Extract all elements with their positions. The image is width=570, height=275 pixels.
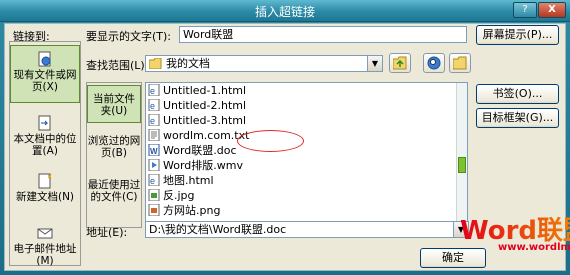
link-to-existing-file[interactable]: 现有文件或网页(X) xyxy=(10,45,80,103)
scrollbar-thumb[interactable] xyxy=(458,157,466,173)
list-item[interactable]: 反.jpg xyxy=(148,189,195,202)
link-to-place-in-document[interactable]: 本文档中的位置(A) xyxy=(10,112,80,160)
link-to-new-document-label: 新建文档(N) xyxy=(15,191,75,203)
browse-file-button[interactable] xyxy=(449,53,471,73)
address-value: D:\我的文档\Word联盟.doc xyxy=(149,223,287,236)
list-item[interactable]: Word排版.wmv xyxy=(148,159,243,172)
svg-text:e: e xyxy=(150,86,155,96)
recent-files-tab[interactable]: 最近使用过的文件(C) xyxy=(87,173,141,225)
display-text-input[interactable]: Word联盟 xyxy=(179,26,467,43)
title-bar: 插入超链接 ? X xyxy=(0,0,570,22)
svg-text:e: e xyxy=(150,101,155,111)
text-file-icon xyxy=(148,129,160,141)
file-list[interactable]: e Untitled-1.html e Untitled-2.html e Untit… xyxy=(145,82,468,228)
file-name: Word排版.wmv xyxy=(163,159,243,172)
link-to-email[interactable]: 电子邮件地址(M) xyxy=(10,222,80,267)
dialog-window: 插入超链接 ? X 链接到: 现有文件或网页(X) 本文档中的位置(A) 新建文… xyxy=(0,0,570,275)
list-item[interactable]: e Untitled-1.html xyxy=(148,84,246,97)
display-text-label: 要显示的文字(T): xyxy=(86,30,172,43)
image-file-icon xyxy=(148,204,160,216)
look-in-sub-bar: 当前文件夹(U) 浏览过的网页(B) 最近使用过的文件(C) xyxy=(86,82,142,228)
svg-text:W: W xyxy=(150,147,158,156)
current-folder-tab[interactable]: 当前文件夹(U) xyxy=(87,85,141,123)
look-in-value: 我的文档 xyxy=(166,57,210,70)
file-name: 方网站.png xyxy=(163,204,221,217)
html-file-icon: e xyxy=(148,114,160,126)
browse-web-button[interactable] xyxy=(423,53,445,73)
word-doc-icon: W xyxy=(148,144,160,156)
link-to-bar: 现有文件或网页(X) 本文档中的位置(A) 新建文档(N) 电子邮件地址(M) xyxy=(9,41,81,267)
link-to-new-document[interactable]: 新建文档(N) xyxy=(10,170,80,214)
list-scrollbar[interactable] xyxy=(456,83,467,227)
browse-web-icon xyxy=(427,56,441,70)
bookmark-button[interactable]: 书签(O)... xyxy=(476,84,559,104)
html-file-icon: e xyxy=(148,99,160,111)
file-name: 地图.html xyxy=(163,174,214,187)
html-file-icon: e xyxy=(148,174,160,186)
list-item[interactable]: e Untitled-2.html xyxy=(148,99,246,112)
file-name: Untitled-1.html xyxy=(163,84,247,97)
svg-text:e: e xyxy=(150,176,155,186)
watermark-url: www.wordlm.com xyxy=(498,242,570,253)
link-to-existing-file-label: 现有文件或网页(X) xyxy=(13,69,77,93)
file-name: Untitled-3.html xyxy=(163,114,247,127)
up-one-folder-button[interactable] xyxy=(389,53,411,73)
list-item[interactable]: e Untitled-3.html xyxy=(148,114,246,127)
email-icon xyxy=(37,228,53,239)
file-name: Untitled-2.html xyxy=(163,99,247,112)
image-file-icon xyxy=(148,189,160,201)
dialog-title: 插入超链接 xyxy=(254,5,315,19)
browsed-pages-tab[interactable]: 浏览过的网页(B) xyxy=(87,131,141,167)
look-in-dropdown[interactable]: 我的文档 ▼ xyxy=(145,55,383,72)
folder-icon xyxy=(149,58,162,69)
list-item[interactable]: e 地图.html xyxy=(148,174,214,187)
list-item[interactable]: wordlm.com.txt xyxy=(148,129,249,142)
link-to-place-label: 本文档中的位置(A) xyxy=(13,133,77,157)
open-folder-icon xyxy=(452,56,467,70)
target-frame-button[interactable]: 目标框架(G)... xyxy=(476,108,559,128)
address-label: 地址(E): xyxy=(86,226,128,239)
folder-up-icon xyxy=(392,56,407,70)
help-button[interactable]: ? xyxy=(513,2,537,18)
look-in-label: 查找范围(L): xyxy=(86,59,149,72)
ok-button[interactable]: 确定 xyxy=(420,248,486,268)
list-item[interactable]: W Word联盟.doc xyxy=(148,144,237,157)
svg-text:e: e xyxy=(150,116,155,126)
link-to-email-label: 电子邮件地址(M) xyxy=(13,243,77,267)
file-web-icon xyxy=(38,51,51,67)
chevron-down-icon[interactable]: ▼ xyxy=(367,56,382,71)
file-name: Word联盟.doc xyxy=(163,144,237,157)
highlight-ellipse xyxy=(237,130,304,152)
new-document-icon xyxy=(38,173,52,189)
screen-tip-button[interactable]: 屏幕提示(P)... xyxy=(476,25,559,45)
html-file-icon: e xyxy=(148,84,160,96)
video-file-icon xyxy=(148,159,160,171)
file-name: 反.jpg xyxy=(163,189,195,202)
close-button[interactable]: X xyxy=(538,2,566,18)
bookmark-place-icon xyxy=(38,115,51,131)
list-item[interactable]: 方网站.png xyxy=(148,204,220,217)
address-input[interactable]: D:\我的文档\Word联盟.doc ▼ xyxy=(145,221,469,238)
